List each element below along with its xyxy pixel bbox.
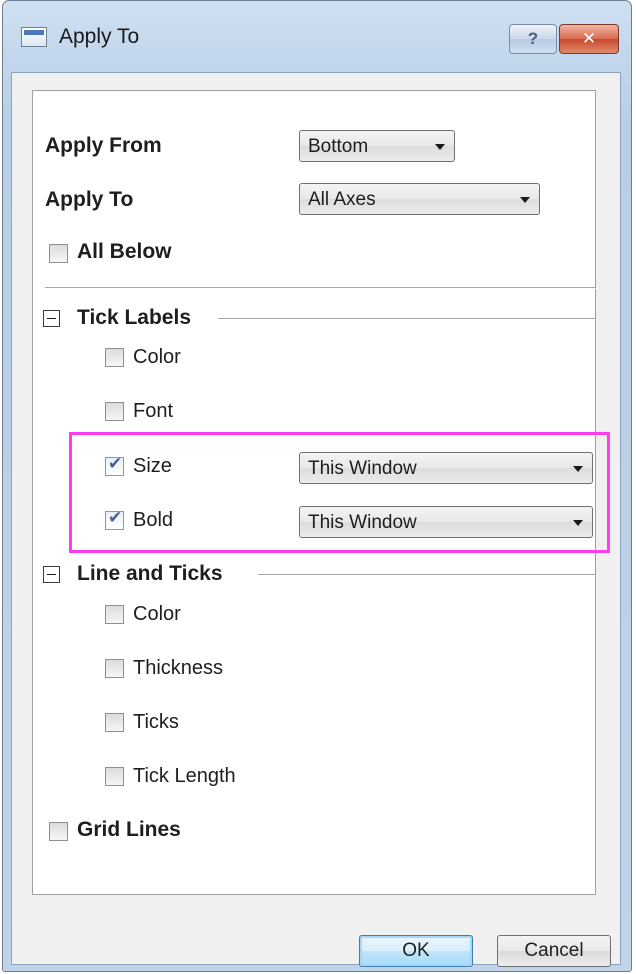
grid-lines-label: Grid Lines: [77, 818, 181, 841]
line-and-ticks-rule: [258, 574, 596, 575]
thickness-checkbox[interactable]: [105, 659, 124, 678]
apply-from-dropdown-icon: [435, 144, 445, 150]
ticks-checkbox[interactable]: [105, 713, 124, 732]
apply-to-dropdown-icon: [520, 197, 530, 203]
grid-lines-checkbox[interactable]: [49, 822, 68, 841]
line-color-checkbox[interactable]: [105, 605, 124, 624]
thickness-label: Thickness: [133, 657, 224, 679]
line-color-label: Color: [133, 603, 181, 625]
tick-labels-collapse-icon[interactable]: [43, 310, 60, 327]
apply-to-value: All Axes: [308, 189, 376, 210]
tick-labels-font-label: Font: [133, 400, 174, 422]
tick-length-checkbox[interactable]: [105, 767, 124, 786]
apply-from-value: Bottom: [308, 136, 369, 157]
apply-to-select[interactable]: All Axes: [299, 183, 540, 215]
tick-labels-color-checkbox[interactable]: [105, 348, 124, 367]
highlight-annotation: [69, 432, 610, 553]
line-and-ticks-collapse-icon[interactable]: [43, 566, 60, 583]
tick-length-label: Tick Length: [133, 765, 236, 787]
all-below-checkbox[interactable]: [49, 244, 68, 263]
cancel-button[interactable]: Cancel: [497, 935, 611, 967]
apply-from-select[interactable]: Bottom: [299, 130, 455, 162]
ok-button[interactable]: OK: [359, 935, 473, 967]
separator-highlight: [45, 288, 596, 289]
tick-labels-rule: [218, 318, 596, 319]
all-below-label: All Below: [77, 240, 172, 263]
ticks-label: Ticks: [133, 711, 179, 733]
tick-labels-font-checkbox[interactable]: [105, 402, 124, 421]
apply-to-label: Apply To: [45, 188, 134, 211]
tick-labels-color-label: Color: [133, 346, 181, 368]
apply-from-label: Apply From: [45, 134, 162, 157]
tick-labels-heading: Tick Labels: [77, 306, 192, 329]
line-and-ticks-heading: Line and Ticks: [77, 562, 223, 585]
